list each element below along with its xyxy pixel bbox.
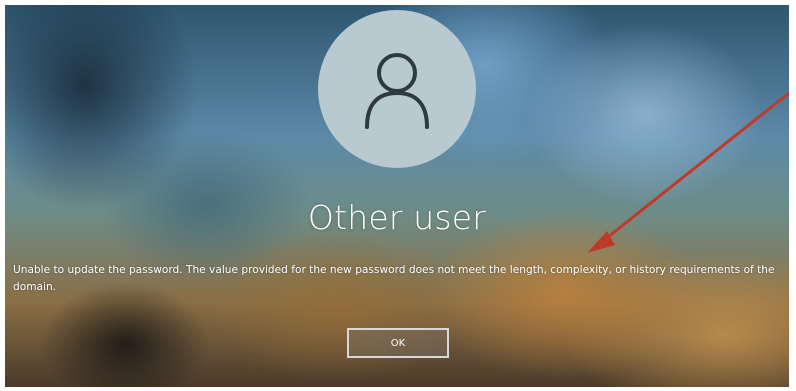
error-message: Unable to update the password. The value… xyxy=(13,264,775,293)
user-silhouette-icon xyxy=(365,53,429,129)
user-avatar xyxy=(318,10,476,168)
lock-screen: Other user Unable to update the password… xyxy=(5,5,789,387)
ok-button[interactable]: OK xyxy=(347,328,449,358)
username-label: Other user xyxy=(307,198,487,237)
